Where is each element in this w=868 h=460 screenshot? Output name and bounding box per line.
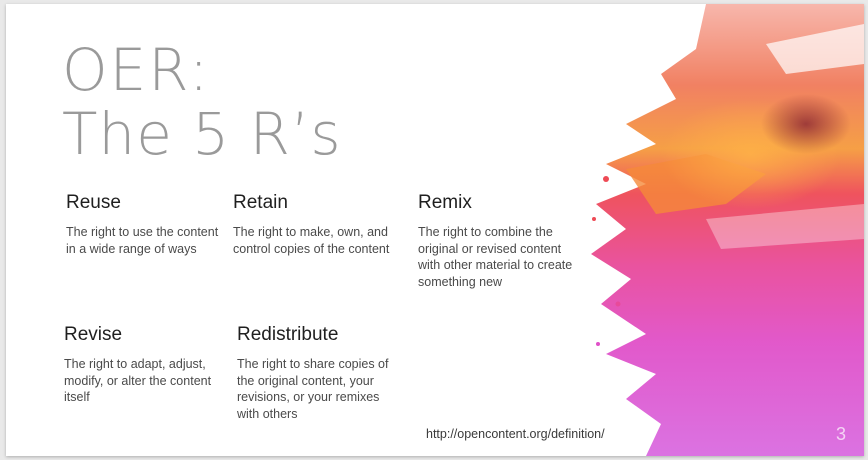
slide-title: OER: The 5 R’s — [62, 38, 342, 166]
item-heading: Retain — [233, 192, 288, 213]
item-heading: Redistribute — [237, 324, 339, 345]
title-line-1: OER: — [62, 36, 211, 104]
page-number: 3 — [835, 424, 846, 444]
item-heading: Reuse — [66, 192, 121, 213]
item-redistribute: Redistribute The right to share copies o… — [237, 324, 397, 422]
item-reuse: Reuse The right to use the content in a … — [66, 192, 226, 257]
item-description: The right to combine the original or rev… — [418, 225, 573, 289]
item-revise: Revise The right to adapt, adjust, modif… — [64, 324, 224, 406]
item-description: The right to make, own, and control copi… — [233, 225, 390, 256]
item-retain: Retain The right to make, own, and contr… — [233, 192, 393, 257]
item-remix: Remix The right to combine the original … — [418, 192, 576, 290]
title-line-2: The 5 R’s — [62, 100, 342, 168]
item-heading: Revise — [64, 324, 123, 345]
item-description: The right to share copies of the origina… — [237, 357, 389, 421]
item-description: The right to adapt, adjust, modify, or a… — [64, 357, 212, 404]
item-heading: Remix — [418, 192, 472, 213]
source-link[interactable]: http://opencontent.org/definition/ — [426, 427, 605, 441]
slide: OER: The 5 R’s Reuse The right to use th… — [6, 4, 864, 456]
item-description: The right to use the content in a wide r… — [66, 225, 219, 256]
